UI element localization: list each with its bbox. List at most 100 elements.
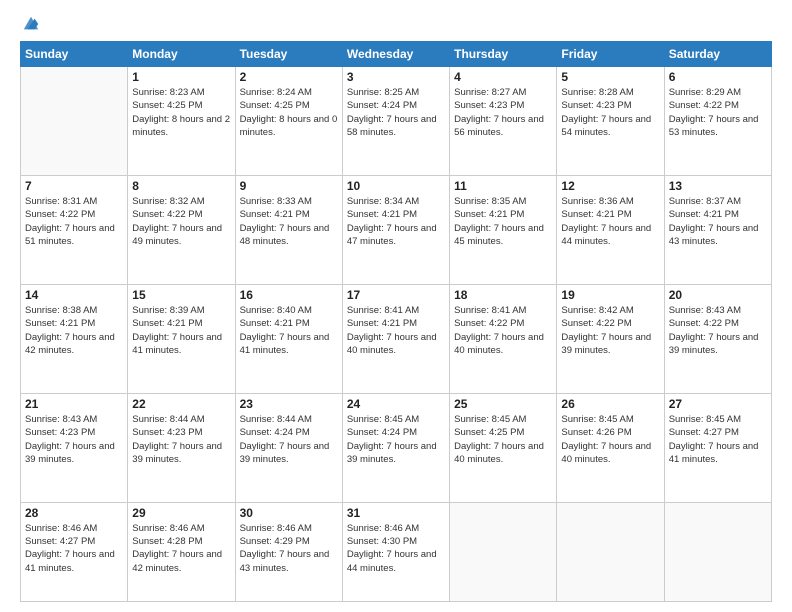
day-info: Sunrise: 8:44 AMSunset: 4:23 PMDaylight:…: [132, 413, 230, 466]
day-number: 7: [25, 179, 123, 193]
day-info: Sunrise: 8:46 AMSunset: 4:30 PMDaylight:…: [347, 522, 445, 575]
calendar-cell: 9Sunrise: 8:33 AMSunset: 4:21 PMDaylight…: [235, 175, 342, 284]
day-info: Sunrise: 8:43 AMSunset: 4:23 PMDaylight:…: [25, 413, 123, 466]
calendar-cell: 1 Sunrise: 8:23 AMSunset: 4:25 PMDaylight…: [128, 67, 235, 176]
day-header-tuesday: Tuesday: [235, 42, 342, 67]
calendar-cell: 21Sunrise: 8:43 AMSunset: 4:23 PMDayligh…: [21, 393, 128, 502]
calendar-cell: 18 Sunrise: 8:41 AMSunset: 4:22 PMDayligh…: [450, 284, 557, 393]
day-info: Sunrise: 8:45 AMSunset: 4:26 PMDaylight:…: [561, 413, 659, 466]
calendar-cell: 3 Sunrise: 8:25 AMSunset: 4:24 PMDaylight…: [342, 67, 449, 176]
day-info: Sunrise: 8:29 AMSunset: 4:22 PMDaylight:…: [669, 86, 767, 139]
calendar-cell: 16Sunrise: 8:40 AMSunset: 4:21 PMDayligh…: [235, 284, 342, 393]
calendar-week-4: 28Sunrise: 8:46 AMSunset: 4:27 PMDayligh…: [21, 502, 772, 601]
calendar-table: SundayMondayTuesdayWednesdayThursdayFrid…: [20, 41, 772, 602]
calendar-week-3: 21Sunrise: 8:43 AMSunset: 4:23 PMDayligh…: [21, 393, 772, 502]
day-number: 2: [240, 70, 338, 84]
calendar-cell: 24 Sunrise: 8:45 AMSunset: 4:24 PMDayligh…: [342, 393, 449, 502]
calendar-header-row: SundayMondayTuesdayWednesdayThursdayFrid…: [21, 42, 772, 67]
day-info: Sunrise: 8:31 AMSunset: 4:22 PMDaylight:…: [25, 195, 123, 248]
day-header-wednesday: Wednesday: [342, 42, 449, 67]
day-info: Sunrise: 8:43 AMSunset: 4:22 PMDaylight:…: [669, 304, 767, 357]
calendar-cell: 8Sunrise: 8:32 AMSunset: 4:22 PMDaylight…: [128, 175, 235, 284]
day-number: 3: [347, 70, 445, 84]
day-header-thursday: Thursday: [450, 42, 557, 67]
calendar-cell: 13 Sunrise: 8:37 AMSunset: 4:21 PMDayligh…: [664, 175, 771, 284]
day-number: 5: [561, 70, 659, 84]
calendar-cell: 12 Sunrise: 8:36 AMSunset: 4:21 PMDayligh…: [557, 175, 664, 284]
calendar-cell: [664, 502, 771, 601]
day-info: Sunrise: 8:33 AMSunset: 4:21 PMDaylight:…: [240, 195, 338, 248]
day-header-friday: Friday: [557, 42, 664, 67]
day-number: 29: [132, 506, 230, 520]
calendar-cell: 6 Sunrise: 8:29 AMSunset: 4:22 PMDaylight…: [664, 67, 771, 176]
calendar-cell: 17 Sunrise: 8:41 AMSunset: 4:21 PMDayligh…: [342, 284, 449, 393]
day-number: 24: [347, 397, 445, 411]
day-info: Sunrise: 8:25 AMSunset: 4:24 PMDaylight:…: [347, 86, 445, 139]
day-info: Sunrise: 8:36 AMSunset: 4:21 PMDaylight:…: [561, 195, 659, 248]
calendar-cell: 2 Sunrise: 8:24 AMSunset: 4:25 PMDaylight…: [235, 67, 342, 176]
calendar-cell: [450, 502, 557, 601]
day-number: 18: [454, 288, 552, 302]
day-number: 23: [240, 397, 338, 411]
calendar-cell: 27 Sunrise: 8:45 AMSunset: 4:27 PMDayligh…: [664, 393, 771, 502]
calendar-cell: 31 Sunrise: 8:46 AMSunset: 4:30 PMDayligh…: [342, 502, 449, 601]
day-info: Sunrise: 8:45 AMSunset: 4:24 PMDaylight:…: [347, 413, 445, 466]
calendar-cell: 5 Sunrise: 8:28 AMSunset: 4:23 PMDaylight…: [557, 67, 664, 176]
calendar-cell: [21, 67, 128, 176]
calendar-cell: [557, 502, 664, 601]
day-info: Sunrise: 8:28 AMSunset: 4:23 PMDaylight:…: [561, 86, 659, 139]
calendar-week-0: 1 Sunrise: 8:23 AMSunset: 4:25 PMDaylight…: [21, 67, 772, 176]
calendar-cell: 22 Sunrise: 8:44 AMSunset: 4:23 PMDayligh…: [128, 393, 235, 502]
day-number: 19: [561, 288, 659, 302]
calendar-cell: 30Sunrise: 8:46 AMSunset: 4:29 PMDayligh…: [235, 502, 342, 601]
calendar-cell: 23 Sunrise: 8:44 AMSunset: 4:24 PMDayligh…: [235, 393, 342, 502]
day-number: 26: [561, 397, 659, 411]
day-info: Sunrise: 8:24 AMSunset: 4:25 PMDaylight:…: [240, 86, 338, 139]
day-info: Sunrise: 8:38 AMSunset: 4:21 PMDaylight:…: [25, 304, 123, 357]
day-info: Sunrise: 8:41 AMSunset: 4:21 PMDaylight:…: [347, 304, 445, 357]
day-number: 15: [132, 288, 230, 302]
day-number: 22: [132, 397, 230, 411]
calendar-cell: 7 Sunrise: 8:31 AMSunset: 4:22 PMDaylight…: [21, 175, 128, 284]
day-number: 10: [347, 179, 445, 193]
day-number: 31: [347, 506, 445, 520]
calendar-cell: 15Sunrise: 8:39 AMSunset: 4:21 PMDayligh…: [128, 284, 235, 393]
day-number: 8: [132, 179, 230, 193]
header: [20, 18, 772, 33]
day-number: 4: [454, 70, 552, 84]
day-number: 11: [454, 179, 552, 193]
calendar-week-2: 14Sunrise: 8:38 AMSunset: 4:21 PMDayligh…: [21, 284, 772, 393]
day-info: Sunrise: 8:27 AMSunset: 4:23 PMDaylight:…: [454, 86, 552, 139]
day-number: 13: [669, 179, 767, 193]
day-info: Sunrise: 8:37 AMSunset: 4:21 PMDaylight:…: [669, 195, 767, 248]
calendar-cell: 10Sunrise: 8:34 AMSunset: 4:21 PMDayligh…: [342, 175, 449, 284]
day-info: Sunrise: 8:45 AMSunset: 4:27 PMDaylight:…: [669, 413, 767, 466]
day-number: 17: [347, 288, 445, 302]
day-info: Sunrise: 8:40 AMSunset: 4:21 PMDaylight:…: [240, 304, 338, 357]
day-info: Sunrise: 8:46 AMSunset: 4:28 PMDaylight:…: [132, 522, 230, 575]
calendar-cell: 29 Sunrise: 8:46 AMSunset: 4:28 PMDayligh…: [128, 502, 235, 601]
calendar-cell: 19Sunrise: 8:42 AMSunset: 4:22 PMDayligh…: [557, 284, 664, 393]
day-info: Sunrise: 8:41 AMSunset: 4:22 PMDaylight:…: [454, 304, 552, 357]
day-header-monday: Monday: [128, 42, 235, 67]
day-info: Sunrise: 8:35 AMSunset: 4:21 PMDaylight:…: [454, 195, 552, 248]
day-number: 25: [454, 397, 552, 411]
day-number: 20: [669, 288, 767, 302]
calendar-cell: 4 Sunrise: 8:27 AMSunset: 4:23 PMDaylight…: [450, 67, 557, 176]
day-info: Sunrise: 8:23 AMSunset: 4:25 PMDaylight:…: [132, 86, 230, 139]
page: SundayMondayTuesdayWednesdayThursdayFrid…: [0, 0, 792, 612]
day-info: Sunrise: 8:44 AMSunset: 4:24 PMDaylight:…: [240, 413, 338, 466]
day-number: 6: [669, 70, 767, 84]
calendar-cell: 28Sunrise: 8:46 AMSunset: 4:27 PMDayligh…: [21, 502, 128, 601]
day-number: 27: [669, 397, 767, 411]
day-info: Sunrise: 8:46 AMSunset: 4:29 PMDaylight:…: [240, 522, 338, 575]
day-header-saturday: Saturday: [664, 42, 771, 67]
logo-icon: [22, 15, 40, 33]
calendar-cell: 20 Sunrise: 8:43 AMSunset: 4:22 PMDayligh…: [664, 284, 771, 393]
calendar-cell: 25Sunrise: 8:45 AMSunset: 4:25 PMDayligh…: [450, 393, 557, 502]
calendar-cell: 26 Sunrise: 8:45 AMSunset: 4:26 PMDayligh…: [557, 393, 664, 502]
day-number: 1: [132, 70, 230, 84]
day-number: 12: [561, 179, 659, 193]
calendar-week-1: 7 Sunrise: 8:31 AMSunset: 4:22 PMDaylight…: [21, 175, 772, 284]
logo: [20, 18, 40, 33]
